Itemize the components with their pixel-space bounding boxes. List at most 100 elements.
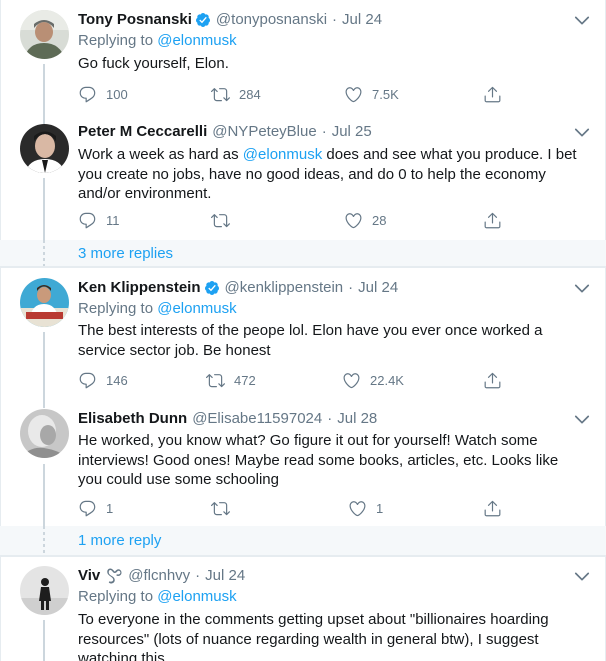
tweet-viv[interactable]: Viv @flcnhvy · Jul 24 Replying to @elonm…: [0, 557, 606, 661]
display-name[interactable]: Peter M Ceccarelli: [78, 122, 207, 142]
display-name[interactable]: Tony Posnanski: [78, 10, 192, 30]
tweet-header: Ken Klippenstein @kenklippenstein · Jul …: [78, 278, 582, 298]
mention-link[interactable]: @elonmusk: [157, 32, 236, 49]
tweet-text-part: Work a week as hard as: [78, 146, 243, 163]
display-name[interactable]: Elisabeth Dunn: [78, 409, 187, 429]
avatar[interactable]: [20, 278, 69, 327]
chevron-down-icon[interactable]: [572, 409, 592, 429]
display-name[interactable]: Viv: [78, 566, 100, 586]
tweet-header: Tony Posnanski @tonyposnanski · Jul 24: [78, 10, 582, 30]
retweet-button[interactable]: 472: [206, 370, 256, 390]
tweet-date[interactable]: Jul 25: [332, 122, 372, 142]
user-handle[interactable]: @tonyposnanski: [216, 10, 327, 30]
reply-button[interactable]: 11: [78, 210, 120, 230]
reply-count: 1: [106, 500, 114, 516]
divider: [0, 556, 606, 557]
thread-line: [43, 620, 45, 661]
tweet-peter-ceccarelli[interactable]: Peter M Ceccarelli @NYPeteyBlue · Jul 25…: [0, 122, 606, 240]
like-icon: [344, 211, 363, 230]
like-button[interactable]: 7.5K: [344, 84, 399, 104]
separator-dot: ·: [348, 279, 354, 296]
retweet-icon: [211, 211, 230, 230]
chevron-down-icon[interactable]: [572, 10, 592, 30]
reply-button[interactable]: 100: [78, 84, 128, 104]
replying-prefix: Replying to: [78, 300, 154, 317]
thread-line: [43, 64, 45, 122]
retweet-icon: [206, 371, 225, 390]
more-replies-link[interactable]: 1 more reply: [78, 531, 161, 551]
replying-to: Replying to @elonmusk: [78, 299, 582, 319]
like-icon: [342, 371, 361, 390]
replying-to: Replying to @elonmusk: [78, 31, 582, 51]
tweet-text: Work a week as hard as @elonmusk does an…: [78, 145, 582, 204]
show-more-replies[interactable]: 1 more reply: [0, 526, 606, 556]
like-count: 1: [376, 500, 384, 516]
mention-link[interactable]: @elonmusk: [157, 300, 236, 317]
chevron-down-icon[interactable]: [572, 278, 592, 298]
reply-icon: [78, 85, 97, 104]
replying-prefix: Replying to: [78, 32, 154, 49]
reply-button[interactable]: 146: [78, 370, 128, 390]
share-button[interactable]: [483, 210, 502, 230]
chevron-down-icon[interactable]: [572, 566, 592, 586]
avatar[interactable]: [20, 10, 69, 59]
like-button[interactable]: 28: [344, 210, 386, 230]
tweet-header: Peter M Ceccarelli @NYPeteyBlue · Jul 25: [78, 122, 582, 142]
user-handle[interactable]: @flcnhvy: [128, 566, 190, 586]
share-button[interactable]: [483, 498, 502, 518]
tweet-elisabeth-dunn[interactable]: Elisabeth Dunn @Elisabe11597024 · Jul 28…: [0, 398, 606, 526]
reply-count: 11: [106, 212, 120, 228]
avatar[interactable]: [20, 409, 69, 458]
tweet-text: The best interests of the peope lol. Elo…: [78, 322, 543, 359]
share-icon: [483, 211, 502, 230]
show-more-replies[interactable]: 3 more replies: [0, 240, 606, 267]
chevron-down-icon[interactable]: [572, 122, 592, 142]
retweet-button[interactable]: [211, 210, 239, 230]
like-count: 28: [372, 212, 387, 228]
tweet-date[interactable]: Jul 28: [337, 409, 377, 429]
avatar[interactable]: [20, 124, 69, 173]
like-icon: [344, 85, 363, 104]
thread-line: [43, 178, 45, 240]
thread-line: [43, 464, 45, 526]
replying-to: Replying to @elonmusk: [78, 587, 582, 607]
mention-link[interactable]: @elonmusk: [157, 588, 236, 605]
separator-dot: ·: [195, 567, 201, 584]
mention-link[interactable]: @elonmusk: [243, 146, 322, 163]
tweet-date[interactable]: Jul 24: [205, 566, 245, 586]
retweet-button[interactable]: [211, 498, 239, 518]
like-count: 22.4K: [370, 372, 404, 388]
tweet-ken-klippenstein[interactable]: Ken Klippenstein @kenklippenstein · Jul …: [0, 268, 606, 398]
user-handle[interactable]: @kenklippenstein: [225, 278, 344, 298]
retweet-button[interactable]: 284: [211, 84, 261, 104]
tweet-tony-posnanski[interactable]: Tony Posnanski @tonyposnanski · Jul 24 R…: [0, 0, 606, 122]
user-handle[interactable]: @Elisabe11597024: [192, 409, 322, 429]
separator-dot: ·: [327, 410, 333, 427]
retweet-count: 472: [234, 372, 256, 388]
reply-count: 146: [106, 372, 128, 388]
thread-line: [43, 332, 45, 398]
reply-count: 100: [106, 86, 128, 102]
share-button[interactable]: [483, 84, 502, 104]
tweet-text: He worked, you know what? Go figure it o…: [78, 432, 559, 488]
divider: [0, 267, 606, 268]
verified-badge-icon: [195, 12, 211, 28]
retweet-count: 284: [239, 86, 261, 102]
share-button[interactable]: [483, 370, 502, 390]
more-replies-link[interactable]: 3 more replies: [78, 244, 173, 264]
tweet-header: Viv @flcnhvy · Jul 24: [78, 566, 582, 586]
tweet-header: Elisabeth Dunn @Elisabe11597024 · Jul 28: [78, 409, 582, 429]
share-icon: [483, 499, 502, 518]
avatar[interactable]: [20, 566, 69, 615]
thread-dotted-line: [43, 526, 45, 555]
reply-button[interactable]: 1: [78, 498, 113, 518]
tweet-date[interactable]: Jul 24: [358, 278, 398, 298]
user-handle[interactable]: @NYPeteyBlue: [212, 122, 316, 142]
tweet-date[interactable]: Jul 24: [342, 10, 382, 30]
like-button[interactable]: 22.4K: [342, 370, 404, 390]
retweet-icon: [211, 85, 230, 104]
tweet-text: Go fuck yourself, Elon.: [78, 55, 229, 72]
like-button[interactable]: 1: [348, 498, 383, 518]
thread-line: [43, 398, 45, 408]
display-name[interactable]: Ken Klippenstein: [78, 278, 201, 298]
